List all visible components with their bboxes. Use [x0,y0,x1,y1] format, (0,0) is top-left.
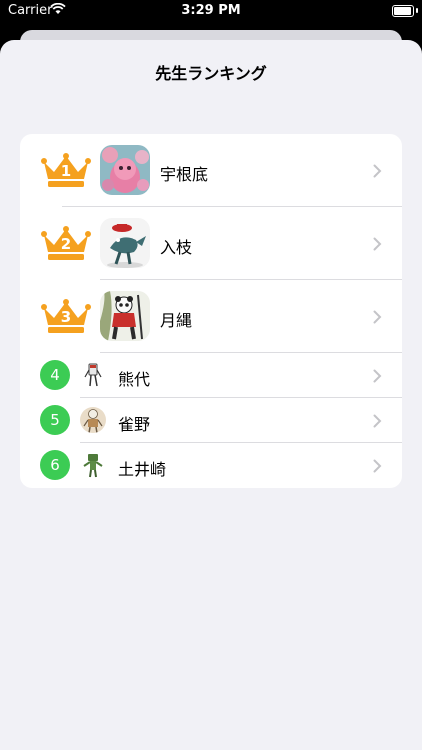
green-robot-avatar [80,452,106,478]
robot-avatar [80,362,106,388]
rank-number: 2 [60,235,72,253]
clock: 3:29 PM [181,3,241,18]
rank-badge: 4 [40,360,70,390]
ranking-row-1[interactable]: 1 宇根底 [20,134,402,207]
panda-avatar [100,291,150,341]
teacher-name: 雀野 [118,415,151,434]
status-bar: Carrier 3:29 PM [0,0,422,24]
page-title: 先生ランキング [155,64,267,83]
ranking-row-6[interactable]: 6 土井崎 [20,443,402,488]
chevron-right-icon [373,164,382,178]
chevron-right-icon [373,237,382,251]
ranking-row-5[interactable]: 5 雀野 [20,398,402,443]
ranking-row-2[interactable]: 2 入枝 [20,207,402,280]
crown-icon: 2 [40,225,92,261]
chevron-right-icon [373,369,382,383]
skeleton-avatar [80,407,106,433]
chevron-right-icon [373,459,382,473]
rank-number: 3 [60,308,72,326]
ranking-row-3[interactable]: 3 月縄 [20,280,402,353]
chevron-right-icon [373,414,382,428]
crown-icon: 1 [40,152,92,188]
rank-badge: 5 [40,405,70,435]
teacher-name: 月縄 [160,311,193,330]
ranking-row-4[interactable]: 4 熊代 [20,353,402,398]
pink-creature-avatar [100,145,150,195]
battery-icon [392,5,414,17]
shark-hat-avatar [100,218,150,268]
teacher-name: 入枝 [160,238,193,257]
battery-tip [416,8,418,13]
rank-number: 1 [60,162,72,180]
crown-icon: 3 [40,298,92,334]
teacher-name: 熊代 [118,370,151,389]
chevron-right-icon [373,310,382,324]
teacher-name: 土井崎 [118,460,167,479]
rank-badge: 6 [40,450,70,480]
teacher-name: 宇根底 [160,165,209,184]
ranking-list: 1 宇根底 2 入枝 3 月縄 4 熊代 5 雀野 6 土井崎 [20,134,402,488]
